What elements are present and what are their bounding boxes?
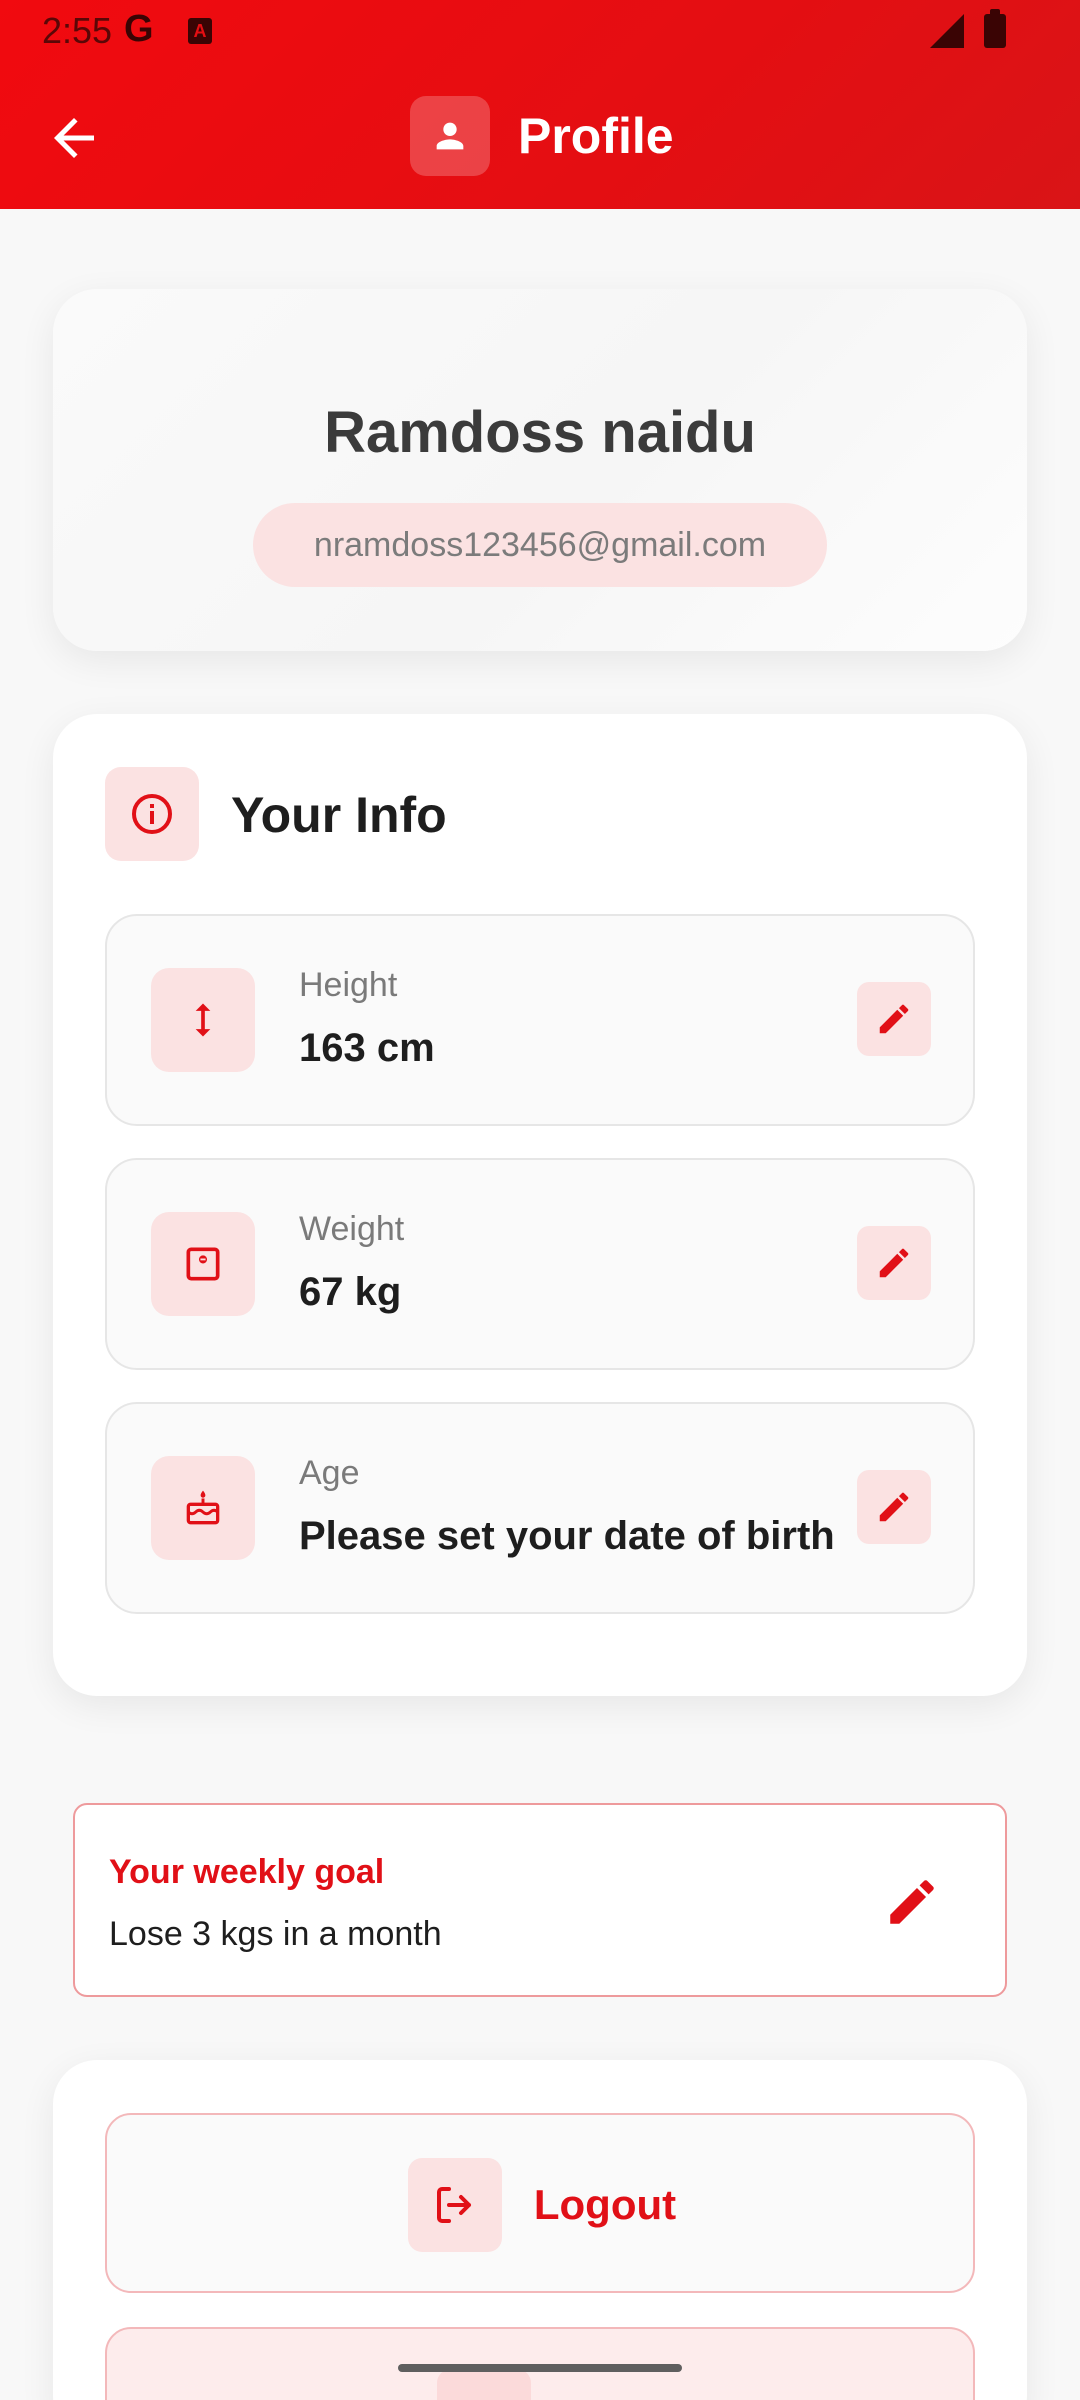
row-label: Height xyxy=(299,966,398,1004)
pencil-icon xyxy=(890,1880,934,1924)
profile-card: Ramdoss naidu nramdoss123456@gmail.com xyxy=(53,289,1027,651)
cake-icon xyxy=(151,1456,255,1560)
info-row-height: Height 163 cm xyxy=(105,914,975,1126)
notification-a-icon: A xyxy=(188,18,212,44)
battery-icon xyxy=(984,9,1006,48)
secondary-action-icon xyxy=(437,2369,531,2400)
scale-icon xyxy=(151,1212,255,1316)
app-title: Profile xyxy=(410,96,674,176)
info-row-weight: Weight 67 kg xyxy=(105,1158,975,1370)
pencil-icon xyxy=(879,1492,909,1522)
weekly-goal-card: Your weekly goal Lose 3 kgs in a month xyxy=(73,1803,1007,1997)
pencil-icon xyxy=(879,1248,909,1278)
row-label: Age xyxy=(299,1454,360,1492)
account-actions-card: Logout xyxy=(53,2060,1027,2400)
row-value: 163 cm xyxy=(299,1026,435,1070)
signal-icon xyxy=(930,14,964,48)
logout-icon xyxy=(407,2158,502,2252)
edit-height-button[interactable] xyxy=(857,982,931,1056)
info-row-age: Age Please set your date of birth xyxy=(105,1402,975,1614)
email-badge: nramdoss123456@gmail.com xyxy=(253,503,827,587)
google-icon: G xyxy=(124,8,154,50)
arrow-left-icon xyxy=(54,118,94,158)
your-info-card: Your Info Height 163 cm Weight 67 kg Age… xyxy=(53,714,1027,1696)
person-icon xyxy=(410,96,490,176)
page-title: Profile xyxy=(518,108,674,164)
status-time: 2:55 xyxy=(42,10,113,51)
profile-name: Ramdoss naidu xyxy=(324,400,756,465)
pencil-icon xyxy=(879,1004,909,1034)
row-value: 67 kg xyxy=(299,1270,402,1314)
section-title: Your Info xyxy=(231,787,447,843)
home-indicator[interactable] xyxy=(398,2364,682,2372)
info-icon xyxy=(105,767,199,861)
edit-age-button[interactable] xyxy=(857,1470,931,1544)
edit-goal-button[interactable] xyxy=(875,1865,949,1939)
app-bar: 2:55 G A Profile xyxy=(0,0,1080,209)
goal-title: Your weekly goal xyxy=(109,1853,385,1891)
logout-button[interactable]: Logout xyxy=(105,2113,975,2293)
goal-text: Lose 3 kgs in a month xyxy=(109,1915,442,1953)
status-bar: 2:55 G A xyxy=(0,0,1080,64)
row-value: Please set your date of birth xyxy=(299,1514,835,1558)
logout-label: Logout xyxy=(533,2181,677,2228)
vertical-arrows-icon xyxy=(151,968,255,1072)
row-label: Weight xyxy=(299,1210,405,1248)
back-button[interactable] xyxy=(44,108,104,168)
edit-weight-button[interactable] xyxy=(857,1226,931,1300)
